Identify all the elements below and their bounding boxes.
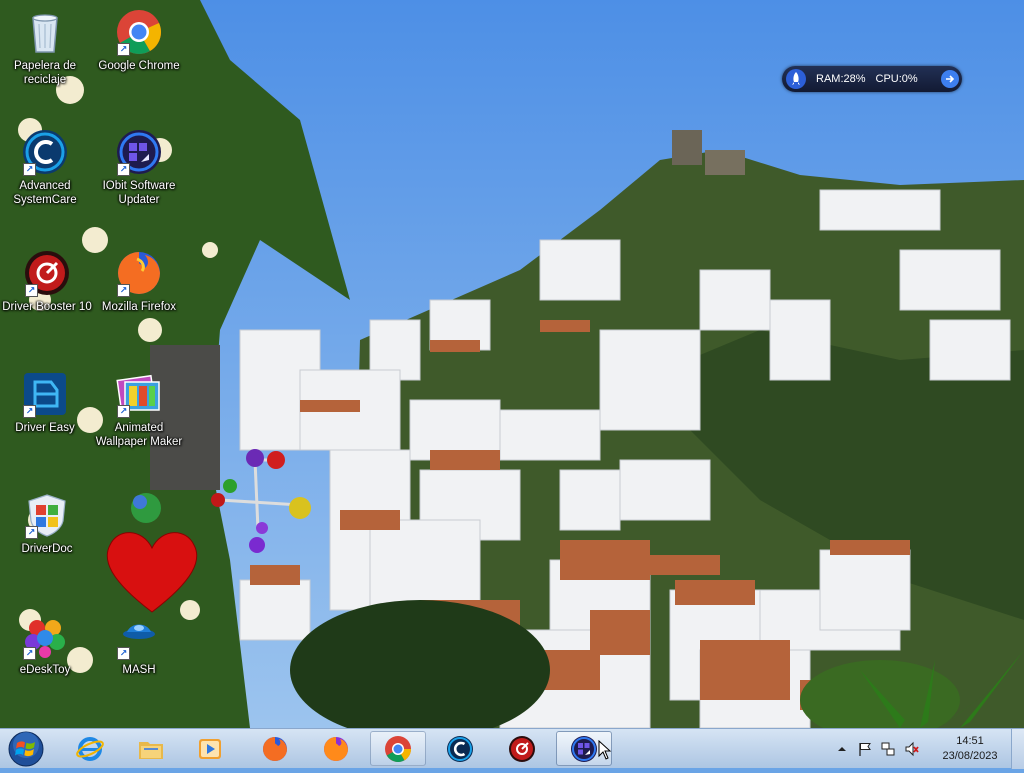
- shortcut-arrow-icon: ↗: [117, 284, 130, 297]
- desktop-icon-mash[interactable]: ↗ MASH: [91, 612, 187, 677]
- desktop-icon-label: Driver Easy: [15, 422, 75, 434]
- desktop-icon-label: Mozilla Firefox: [101, 301, 177, 313]
- action-center-flag-icon[interactable]: [857, 741, 873, 757]
- system-tray: 14:51 23/08/2023: [830, 729, 1024, 769]
- taskbar: 14:51 23/08/2023: [0, 728, 1024, 769]
- shortcut-arrow-icon: ↗: [117, 163, 130, 176]
- media-player-icon: [199, 738, 221, 759]
- desktop-icon-google-chrome[interactable]: ↗ Google Chrome: [91, 8, 187, 73]
- desktop-icon-advanced-systemcare[interactable]: ↗ Advanced SystemCare: [0, 128, 93, 207]
- shortcut-arrow-icon: ↗: [117, 405, 130, 418]
- chevron-up-icon[interactable]: [834, 741, 850, 757]
- taskbar-driver-booster[interactable]: [494, 731, 550, 766]
- desktop-icon-label: Driver Booster 10: [2, 301, 92, 313]
- file-explorer-icon: [139, 741, 163, 759]
- desktop-icon-label: IObit Software Updater: [102, 180, 176, 206]
- advanced-systemcare-icon: [447, 735, 473, 762]
- shortcut-arrow-icon: ↗: [25, 526, 38, 539]
- taskbar-advanced-systemcare[interactable]: [432, 731, 488, 766]
- desktop-icon-driver-booster[interactable]: ↗ Driver Booster 10: [0, 249, 95, 314]
- desktop-icon-label: Papelera de reciclaje: [13, 60, 77, 86]
- clock-date: 23/08/2023: [942, 750, 998, 762]
- rocket-icon: [786, 69, 806, 89]
- start-button[interactable]: [6, 730, 46, 768]
- taskbar-media-player[interactable]: [182, 731, 238, 766]
- software-updater-icon: [571, 735, 597, 762]
- taskbar-file-explorer[interactable]: [123, 731, 179, 766]
- recycle-bin-icon: [32, 14, 58, 53]
- clock[interactable]: 14:51 23/08/2023: [930, 734, 1010, 764]
- volume-muted-icon[interactable]: [904, 741, 920, 757]
- desktop-icon-recycle-bin[interactable]: Papelera de reciclaje: [0, 8, 93, 87]
- desktop-icon-iobit-software-updater[interactable]: ↗ IObit Software Updater: [91, 128, 187, 207]
- shortcut-arrow-icon: ↗: [23, 163, 36, 176]
- clock-time: 14:51: [956, 735, 984, 747]
- arrow-right-icon[interactable]: [941, 70, 959, 88]
- network-icon[interactable]: [880, 741, 896, 757]
- desktop-icon-edesktoy[interactable]: ↗ eDeskToy: [0, 612, 93, 677]
- desktop-icon-driver-easy[interactable]: ↗ Driver Easy: [0, 370, 93, 435]
- shortcut-arrow-icon: ↗: [117, 43, 130, 56]
- shortcut-arrow-icon: ↗: [23, 405, 36, 418]
- driver-booster-icon: [509, 735, 535, 762]
- desktop-icon-label: DriverDoc: [21, 543, 73, 555]
- taskbar-internet-explorer[interactable]: [62, 731, 118, 766]
- shortcut-arrow-icon: ↗: [117, 647, 130, 660]
- windows-logo-icon: [8, 731, 44, 767]
- mouse-cursor-icon: [598, 740, 612, 760]
- desktop-icon-label: Google Chrome: [98, 60, 180, 72]
- ram-usage: RAM:28%: [816, 73, 866, 85]
- firefox-alt-icon: [324, 736, 348, 761]
- firefox-icon: [263, 736, 287, 761]
- desktop-icon-driverdoc[interactable]: ↗ DriverDoc: [0, 491, 95, 556]
- chrome-icon: [385, 735, 412, 762]
- show-desktop-button[interactable]: [1011, 729, 1024, 769]
- system-monitor-widget[interactable]: RAM:28% CPU:0%: [782, 66, 962, 92]
- taskbar-google-chrome[interactable]: [370, 731, 426, 766]
- shortcut-arrow-icon: ↗: [25, 284, 38, 297]
- desktop-icon-animated-wallpaper-maker[interactable]: ↗ Animated Wallpaper Maker: [91, 370, 187, 449]
- shortcut-arrow-icon: ↗: [23, 647, 36, 660]
- desktop-icon-label: eDeskToy: [19, 664, 71, 676]
- desktop-icon-label: Advanced SystemCare: [13, 180, 77, 206]
- taskbar-firefox[interactable]: [247, 731, 303, 766]
- taskbar-firefox-alt[interactable]: [308, 731, 364, 766]
- internet-explorer-icon: [76, 736, 104, 761]
- desktop-icon-label: Animated Wallpaper Maker: [95, 422, 183, 448]
- desktop-icon-mozilla-firefox[interactable]: ↗ Mozilla Firefox: [91, 249, 187, 314]
- cpu-usage: CPU:0%: [875, 73, 918, 85]
- desktop-icon-label: MASH: [122, 664, 156, 676]
